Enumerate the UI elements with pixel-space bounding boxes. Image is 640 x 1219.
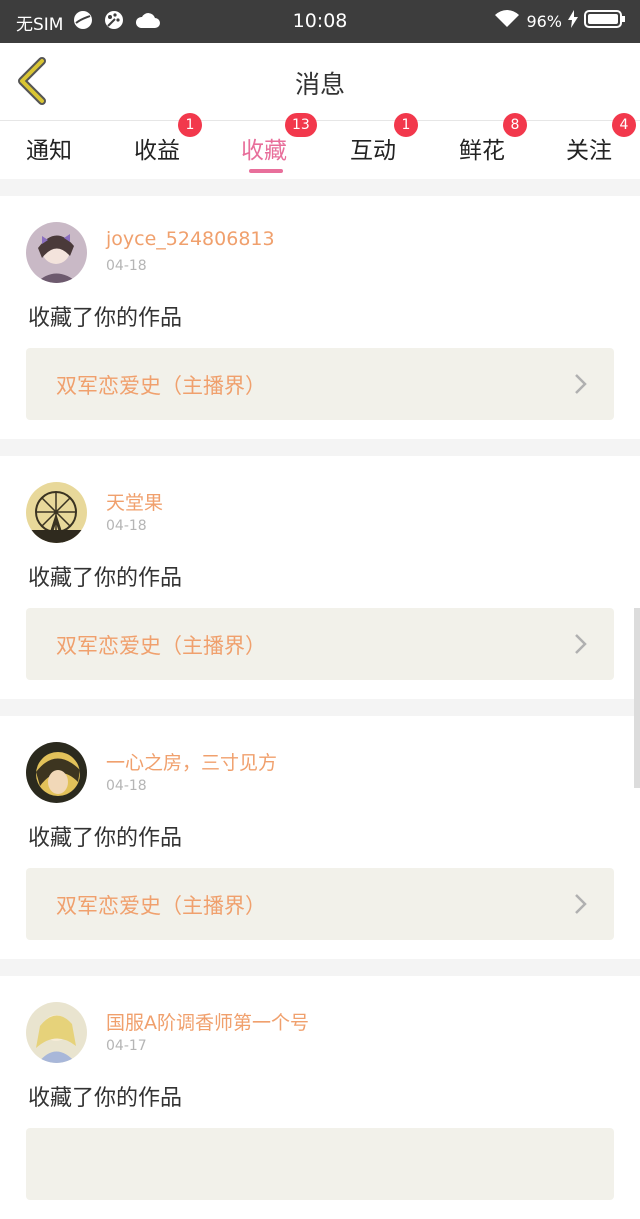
- tab-earnings[interactable]: 收益 1: [134, 113, 224, 179]
- work-title: 双军恋爱史（主播界）: [56, 634, 266, 658]
- tab-interactions[interactable]: 互动 1: [350, 113, 440, 179]
- tab-label: 收益: [134, 138, 180, 164]
- battery-icon: [584, 9, 626, 33]
- message-date: 04-18: [106, 258, 147, 274]
- work-link[interactable]: 双军恋爱史（主播界）: [26, 608, 614, 680]
- app-header: 消息: [0, 43, 640, 120]
- tab-badge: 1: [394, 113, 418, 137]
- avatar[interactable]: [26, 1002, 87, 1063]
- chevron-right-icon: [575, 894, 587, 914]
- tab-follows[interactable]: 关注 4: [566, 113, 640, 179]
- chevron-right-icon: [575, 374, 587, 394]
- tab-label: 互动: [350, 138, 396, 164]
- charging-icon: [568, 10, 578, 32]
- message-date: 04-18: [106, 518, 147, 534]
- tab-label: 收藏: [241, 138, 287, 164]
- action-text: 收藏了你的作品: [28, 566, 183, 591]
- work-link[interactable]: [26, 1128, 614, 1200]
- tab-badge: 1: [178, 113, 202, 137]
- tab-label: 关注: [566, 138, 612, 164]
- avatar[interactable]: [26, 482, 87, 543]
- scrollbar[interactable]: [634, 608, 640, 788]
- page-title: 消息: [294, 70, 345, 99]
- work-title: 双军恋爱史（主播界）: [56, 374, 266, 398]
- tab-label: 鲜花: [459, 138, 505, 164]
- work-title: 双军恋爱史（主播界）: [56, 894, 266, 918]
- message-card: joyce_524806813 04-18 收藏了你的作品 双军恋爱史（主播界）: [0, 196, 640, 439]
- action-text: 收藏了你的作品: [28, 1086, 183, 1111]
- message-card: 一心之房，三寸见方 04-18 收藏了你的作品 双军恋爱史（主播界）: [0, 716, 640, 959]
- wifi-icon: [494, 9, 520, 33]
- action-text: 收藏了你的作品: [28, 826, 183, 851]
- avatar[interactable]: [26, 222, 87, 283]
- work-link[interactable]: 双军恋爱史（主播界）: [26, 868, 614, 940]
- tab-bar: 通知 收益 1 收藏 13 互动 1 鲜花 8 关注 4: [0, 113, 640, 179]
- tab-notifications[interactable]: 通知: [26, 121, 86, 179]
- message-card: 天堂果 04-18 收藏了你的作品 双军恋爱史（主播界）: [0, 456, 640, 699]
- tab-badge: 8: [503, 113, 527, 137]
- status-bar: 无SIM 10:08 96%: [0, 0, 640, 43]
- chevron-right-icon: [575, 634, 587, 654]
- tab-label: 通知: [26, 138, 72, 164]
- tab-badge: 13: [285, 113, 317, 137]
- user-name[interactable]: joyce_524806813: [106, 228, 275, 250]
- user-name[interactable]: 国服A阶调香师第一个号: [106, 1008, 309, 1035]
- tab-badge: 4: [612, 113, 636, 137]
- tab-flowers[interactable]: 鲜花 8: [459, 113, 549, 179]
- message-date: 04-18: [106, 778, 147, 794]
- tab-favorites[interactable]: 收藏 13: [241, 113, 331, 179]
- message-card: 国服A阶调香师第一个号 04-17 收藏了你的作品: [0, 976, 640, 1219]
- user-name[interactable]: 天堂果: [106, 488, 163, 515]
- active-tab-indicator: [249, 169, 283, 173]
- battery-percent: 96%: [526, 11, 562, 31]
- user-name[interactable]: 一心之房，三寸见方: [106, 748, 277, 775]
- avatar[interactable]: [26, 742, 87, 803]
- work-link[interactable]: 双军恋爱史（主播界）: [26, 348, 614, 420]
- action-text: 收藏了你的作品: [28, 306, 183, 331]
- message-date: 04-17: [106, 1038, 147, 1054]
